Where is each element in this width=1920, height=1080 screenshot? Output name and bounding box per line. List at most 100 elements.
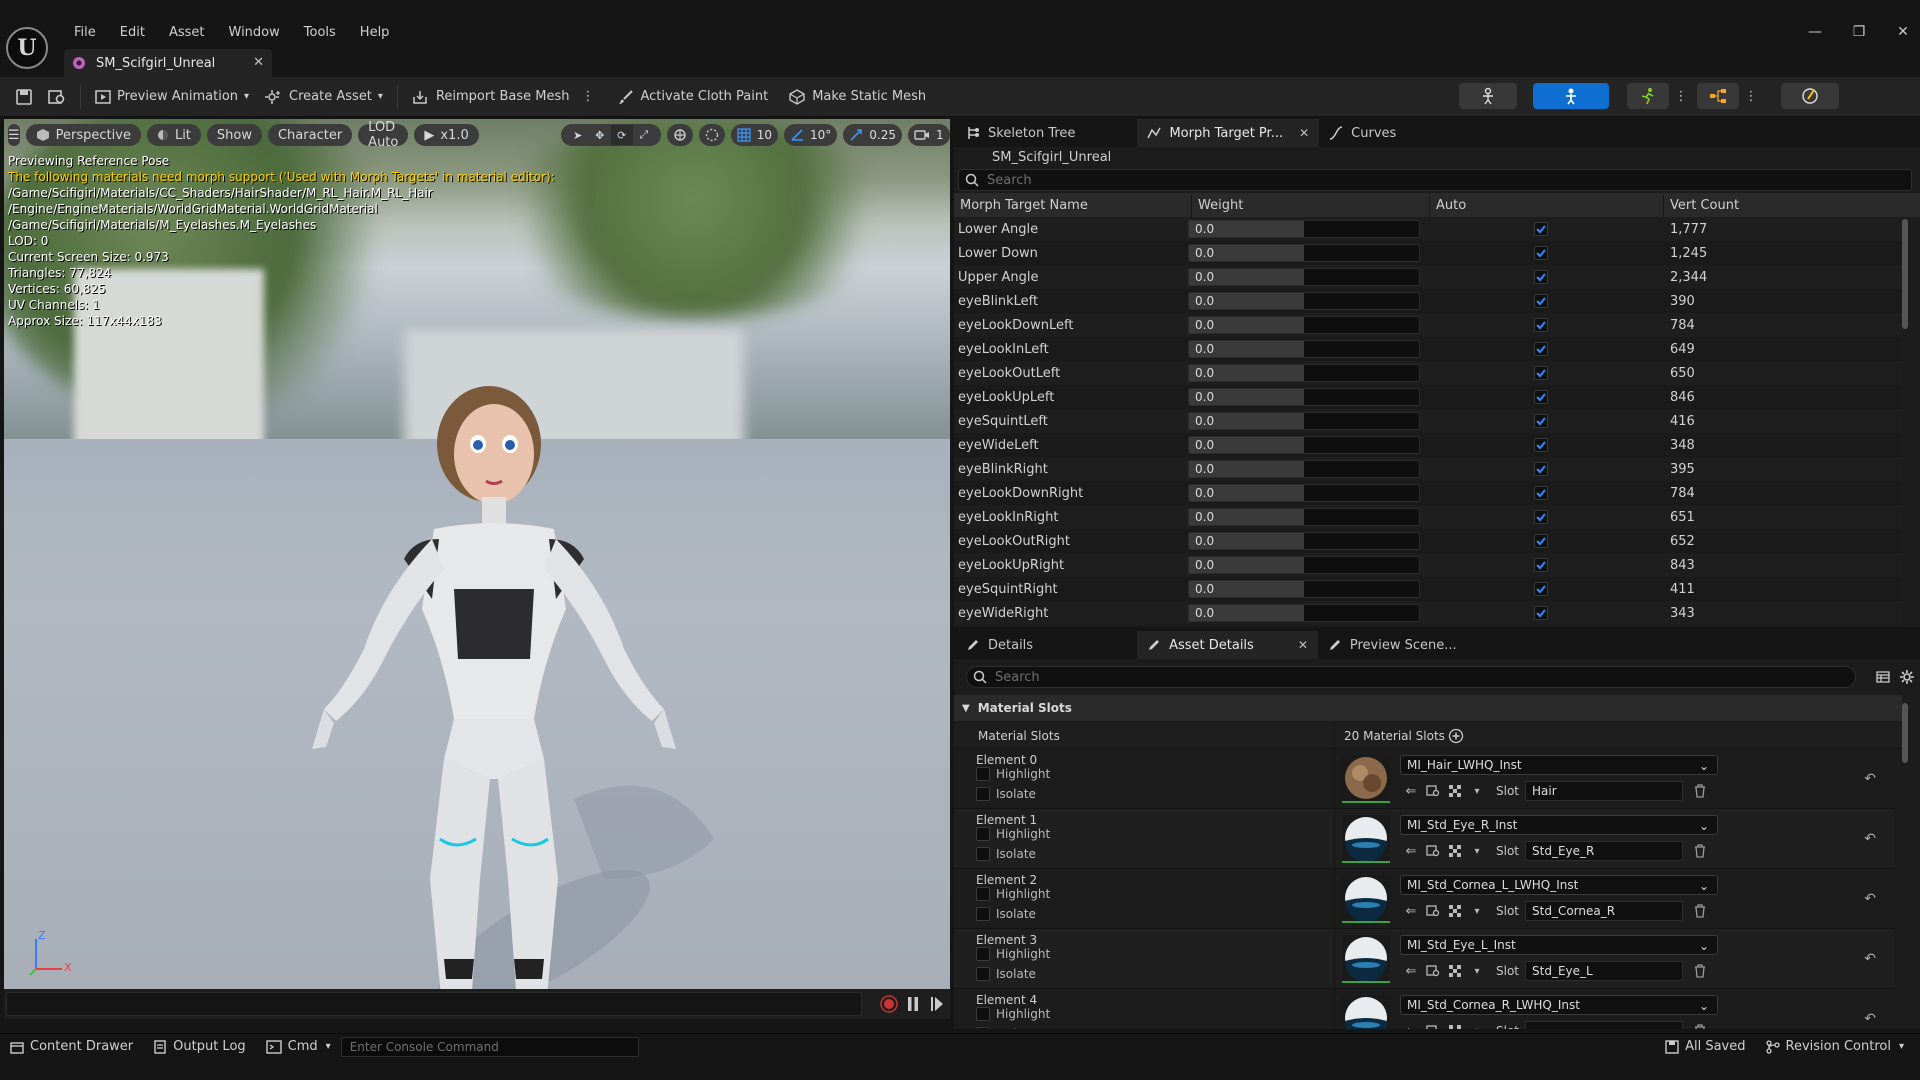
checker-texture-icon[interactable]: [1444, 781, 1466, 801]
weight-slider[interactable]: 0.0: [1188, 316, 1420, 334]
isolate-option[interactable]: Isolate: [976, 967, 1036, 981]
chevron-down-icon[interactable]: ▾: [1466, 781, 1488, 801]
highlight-checkbox[interactable]: [976, 887, 990, 901]
highlight-option[interactable]: Highlight: [976, 887, 1050, 901]
cmd-dropdown[interactable]: Cmd ▾: [256, 1034, 341, 1060]
mesh-mode-button[interactable]: [1533, 83, 1609, 109]
isolate-option[interactable]: Isolate: [976, 847, 1036, 861]
scale-tool-icon[interactable]: ⤢: [633, 125, 655, 145]
highlight-checkbox[interactable]: [976, 1007, 990, 1021]
weight-slider[interactable]: 0.0: [1188, 292, 1420, 310]
auto-checkbox[interactable]: [1534, 510, 1548, 524]
menu-window[interactable]: Window: [217, 22, 292, 44]
checker-texture-icon[interactable]: [1444, 901, 1466, 921]
activate-cloth-paint-button[interactable]: Activate Cloth Paint: [610, 82, 776, 112]
scale-snap-button[interactable]: 0.25: [843, 124, 903, 146]
console-command-input[interactable]: Enter Console Command: [340, 1036, 639, 1057]
close-tab-icon[interactable]: ✕: [253, 55, 264, 70]
create-asset-button[interactable]: Create Asset ▾: [257, 82, 391, 112]
isolate-option[interactable]: Isolate: [976, 1027, 1036, 1029]
weight-slider[interactable]: 0.0: [1188, 268, 1420, 286]
auto-checkbox[interactable]: [1534, 270, 1548, 284]
table-row[interactable]: Lower Angle 0.0 1,777: [954, 217, 1902, 241]
lit-button[interactable]: Lit: [146, 124, 201, 146]
table-row[interactable]: eyeLookOutRight 0.0 652: [954, 529, 1902, 553]
table-row[interactable]: eyeLookUpRight 0.0 843: [954, 553, 1902, 577]
chevron-down-icon[interactable]: ▾: [1466, 961, 1488, 981]
isolate-checkbox[interactable]: [976, 907, 990, 921]
auto-checkbox[interactable]: [1534, 366, 1548, 380]
table-row[interactable]: Lower Down 0.0 1,245: [954, 241, 1902, 265]
weight-slider[interactable]: 0.0: [1188, 340, 1420, 358]
column-weight[interactable]: Weight: [1192, 193, 1430, 217]
table-row[interactable]: eyeBlinkRight 0.0 395: [954, 457, 1902, 481]
make-static-mesh-button[interactable]: Make Static Mesh: [780, 82, 934, 112]
skeleton-mode-button[interactable]: [1459, 83, 1517, 109]
slot-name-input[interactable]: Std_Eye_L: [1525, 961, 1683, 981]
use-selected-icon[interactable]: ⇐: [1400, 1021, 1422, 1030]
minimize-button[interactable]: —: [1793, 18, 1837, 46]
column-vert-count[interactable]: Vert Count: [1664, 193, 1920, 217]
animation-mode-options-icon[interactable]: ⋮: [1673, 89, 1689, 104]
table-row[interactable]: Upper Angle 0.0 2,344: [954, 265, 1902, 289]
trash-icon[interactable]: [1689, 781, 1711, 801]
camera-speed-button[interactable]: 1: [908, 124, 950, 146]
angle-snap-button[interactable]: 10°: [784, 124, 838, 146]
auto-checkbox[interactable]: [1534, 606, 1548, 620]
browse-asset-icon[interactable]: [1422, 781, 1444, 801]
auto-checkbox[interactable]: [1534, 462, 1548, 476]
isolate-checkbox[interactable]: [976, 967, 990, 981]
animation-mode-button[interactable]: [1627, 83, 1669, 109]
rotate-tool-icon[interactable]: ⟳: [610, 125, 633, 145]
table-row[interactable]: eyeSquintRight 0.0 411: [954, 577, 1902, 601]
auto-checkbox[interactable]: [1534, 390, 1548, 404]
table-row[interactable]: eyeSquintLeft 0.0 416: [954, 409, 1902, 433]
output-log-button[interactable]: Output Log: [143, 1034, 256, 1060]
material-thumbnail[interactable]: [1342, 755, 1390, 803]
table-row[interactable]: eyeLookInRight 0.0 651: [954, 505, 1902, 529]
weight-slider[interactable]: 0.0: [1188, 412, 1420, 430]
slot-name-input[interactable]: [1525, 1021, 1683, 1029]
blueprint-mode-options-icon[interactable]: ⋮: [1743, 89, 1759, 104]
highlight-checkbox[interactable]: [976, 827, 990, 841]
highlight-option[interactable]: Highlight: [976, 827, 1050, 841]
table-row[interactable]: eyeLookInLeft 0.0 649: [954, 337, 1902, 361]
trash-icon[interactable]: [1689, 1021, 1711, 1029]
material-selector[interactable]: MI_Std_Cornea_L_LWHQ_Inst ⌄: [1400, 875, 1718, 895]
viewport-menu-button[interactable]: ☰: [8, 124, 20, 146]
trash-icon[interactable]: [1689, 841, 1711, 861]
character-button[interactable]: Character: [267, 124, 353, 146]
preview-animation-button[interactable]: Preview Animation ▾: [87, 82, 257, 112]
save-button[interactable]: [8, 82, 40, 112]
highlight-checkbox[interactable]: [976, 767, 990, 781]
table-row[interactable]: eyeLookUpLeft 0.0 846: [954, 385, 1902, 409]
character-preview-mesh[interactable]: [244, 239, 764, 989]
column-morph-target-name[interactable]: Morph Target Name: [954, 193, 1192, 217]
tab-skeleton-tree[interactable]: Skeleton Tree: [956, 119, 1085, 147]
restore-button[interactable]: ❐: [1837, 18, 1881, 46]
weight-slider[interactable]: 0.0: [1188, 556, 1420, 574]
weight-slider[interactable]: 0.0: [1188, 436, 1420, 454]
close-window-button[interactable]: ✕: [1881, 18, 1920, 46]
weight-slider[interactable]: 0.0: [1188, 364, 1420, 382]
details-scrollbar[interactable]: [1902, 703, 1908, 763]
material-selector[interactable]: MI_Hair_LWHQ_Inst ⌄: [1400, 755, 1718, 775]
menu-edit[interactable]: Edit: [108, 22, 157, 44]
view-options-icon[interactable]: [1876, 670, 1890, 684]
material-thumbnail[interactable]: [1342, 815, 1390, 863]
unreal-logo-icon[interactable]: U: [6, 27, 48, 69]
select-tool-icon[interactable]: ➤: [567, 125, 589, 145]
menu-help[interactable]: Help: [348, 22, 402, 44]
weight-slider[interactable]: 0.0: [1188, 220, 1420, 238]
menu-asset[interactable]: Asset: [157, 22, 217, 44]
highlight-option[interactable]: Highlight: [976, 947, 1050, 961]
table-row[interactable]: eyeWideLeft 0.0 348: [954, 433, 1902, 457]
weight-slider[interactable]: 0.0: [1188, 460, 1420, 478]
tab-asset-details[interactable]: Asset Details ✕: [1137, 631, 1318, 659]
table-row[interactable]: eyeLookDownLeft 0.0 784: [954, 313, 1902, 337]
browse-button[interactable]: [40, 82, 74, 112]
translate-tool-icon[interactable]: ✥: [589, 125, 611, 145]
menu-file[interactable]: File: [62, 22, 108, 44]
pause-button[interactable]: [906, 996, 920, 1012]
isolate-option[interactable]: Isolate: [976, 907, 1036, 921]
